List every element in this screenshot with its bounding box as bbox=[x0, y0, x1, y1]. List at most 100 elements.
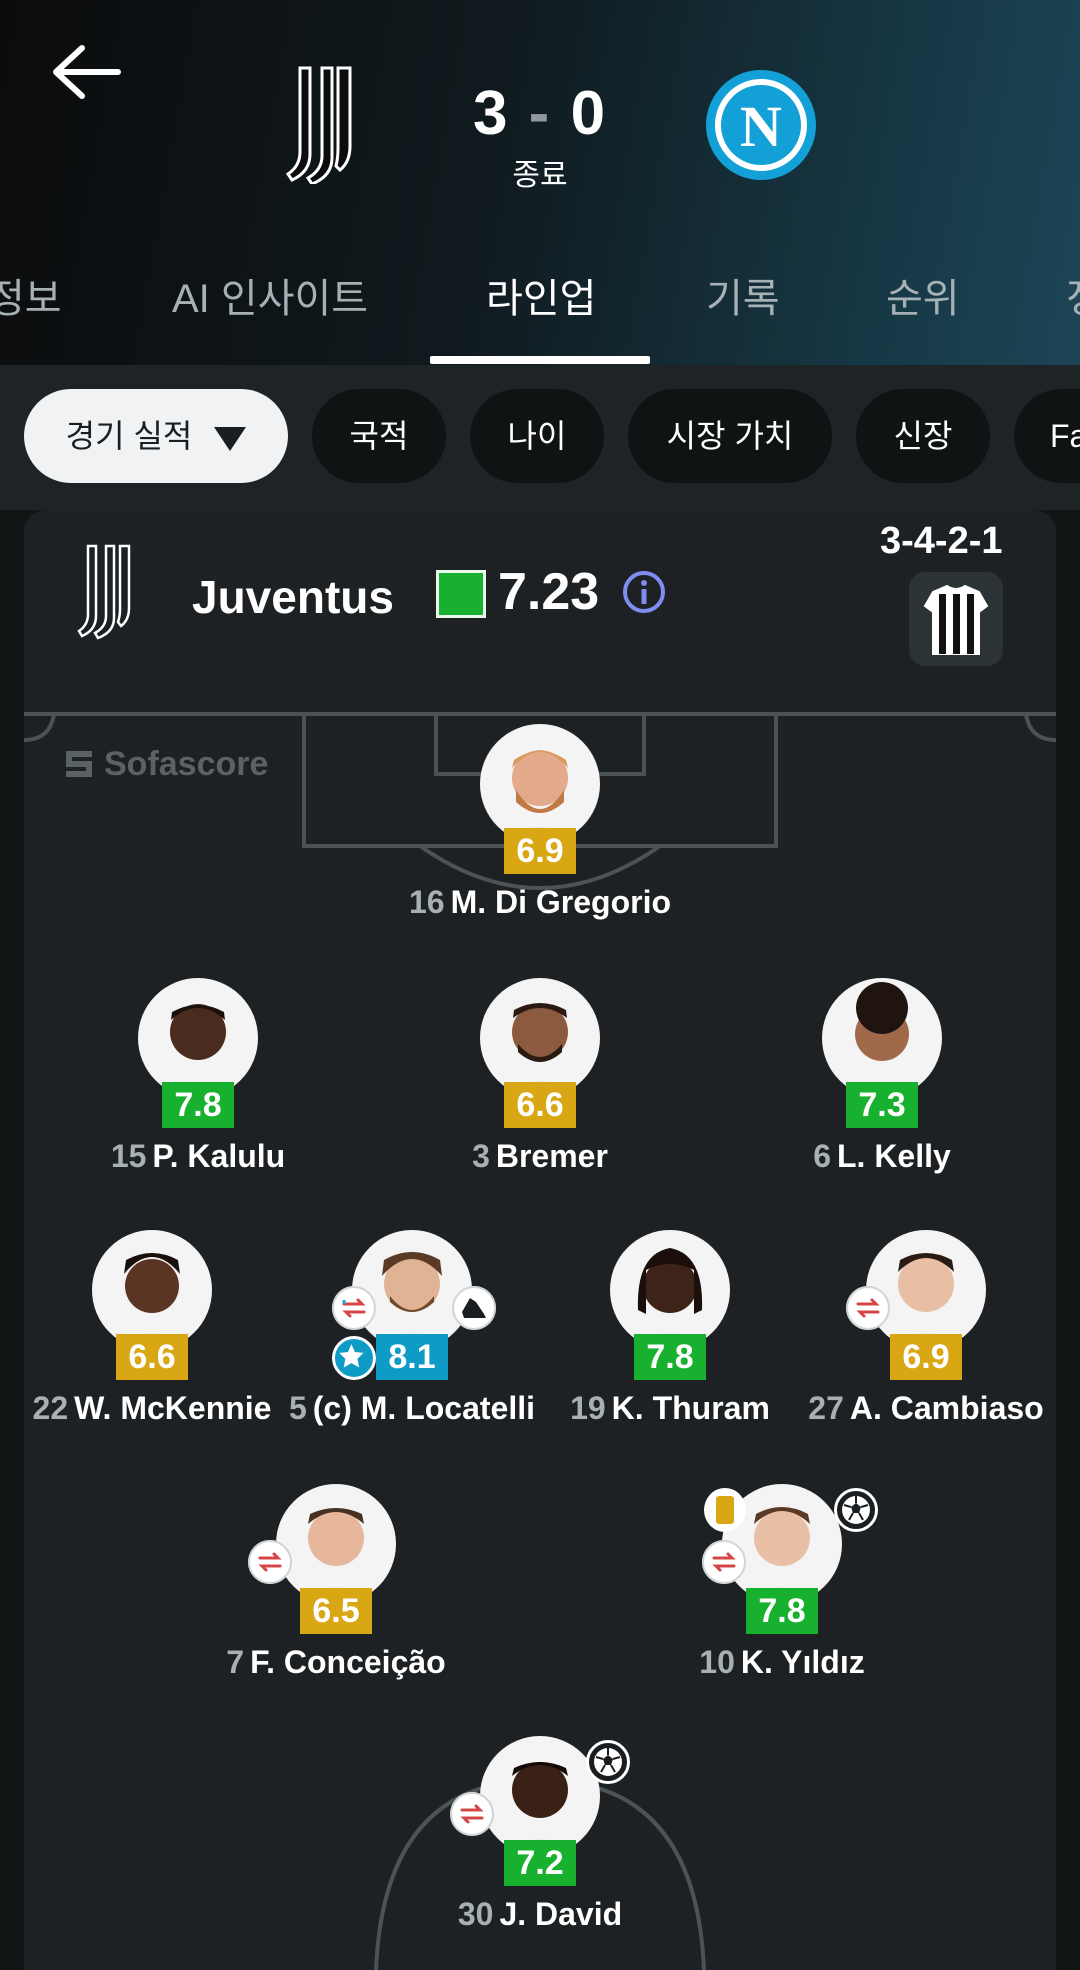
lineup-card: Juventus 7.23 3-4-2-1 Sofascore 6.9 16 M… bbox=[24, 510, 1056, 1970]
substitution-icon bbox=[450, 1792, 494, 1836]
player-rating: 7.8 bbox=[634, 1334, 706, 1380]
football-boot-icon bbox=[452, 1286, 496, 1330]
player-number: 16 bbox=[408, 884, 445, 920]
goal-ball-icon bbox=[586, 1740, 630, 1784]
player-card[interactable]: 7.3 6 L. Kelly bbox=[732, 978, 1032, 1178]
player-name-line: 6 L. Kelly bbox=[692, 1138, 1056, 1175]
player-name: J. David bbox=[499, 1896, 623, 1932]
team-rating: 7.23 bbox=[498, 563, 600, 621]
juventus-logo-icon[interactable] bbox=[278, 66, 360, 184]
player-rating: 7.8 bbox=[162, 1082, 234, 1128]
substitution-icon bbox=[702, 1540, 746, 1584]
player-card[interactable]: 6.9 16 M. Di Gregorio bbox=[390, 724, 690, 924]
player-name: Bremer bbox=[495, 1138, 608, 1174]
player-name-line: 10 K. Yıldız bbox=[592, 1644, 972, 1681]
chip-more[interactable]: Fa bbox=[1014, 389, 1080, 483]
chip-nationality[interactable]: 국적 bbox=[312, 389, 446, 483]
chip-performance-label: 경기 실적 bbox=[65, 418, 193, 454]
player-number: 19 bbox=[570, 1390, 606, 1426]
sofascore-watermark: Sofascore bbox=[62, 744, 268, 784]
player-card[interactable]: 6.5 7 F. Conceição bbox=[186, 1484, 486, 1684]
chip-market-value[interactable]: 시장 가치 bbox=[628, 389, 832, 483]
yellow-card-icon bbox=[704, 1488, 746, 1532]
player-card[interactable]: 6.6 3 Bremer bbox=[390, 978, 690, 1178]
substitution-icon bbox=[332, 1286, 376, 1330]
player-card[interactable]: 7.2 30 J. David bbox=[390, 1736, 690, 1936]
tab-more[interactable]: 정 bbox=[1066, 266, 1080, 324]
dropdown-caret-icon bbox=[214, 426, 247, 451]
player-number: 7 bbox=[226, 1644, 245, 1680]
player-number: 3 bbox=[472, 1138, 490, 1174]
star-player-icon bbox=[332, 1336, 376, 1380]
chip-height[interactable]: 신장 bbox=[856, 389, 990, 483]
svg-text:N: N bbox=[740, 94, 782, 159]
player-avatar bbox=[480, 1736, 600, 1856]
team-name: Juventus bbox=[192, 571, 394, 623]
chip-age[interactable]: 나이 bbox=[470, 389, 604, 483]
goal-ball-icon bbox=[834, 1488, 878, 1532]
player-number: 27 bbox=[808, 1390, 844, 1426]
player-card[interactable]: 6.9 27 A. Cambiaso bbox=[776, 1230, 1056, 1430]
match-score: 3 - 0 bbox=[440, 78, 640, 149]
player-rating: 6.5 bbox=[300, 1588, 372, 1634]
chip-performance[interactable]: 경기 실적 bbox=[24, 389, 288, 483]
score-separator: - bbox=[528, 79, 552, 148]
player-number: 6 bbox=[813, 1138, 831, 1174]
formation-label: 3-4-2-1 bbox=[880, 520, 1003, 562]
player-number: 5 bbox=[288, 1390, 307, 1426]
player-name: P. Kalulu bbox=[152, 1138, 286, 1174]
player-number: 22 bbox=[32, 1390, 69, 1426]
home-score: 3 bbox=[472, 79, 510, 148]
filter-chip-bar: 경기 실적 국적 나이 시장 가치 신장 Fa bbox=[0, 365, 1080, 510]
player-avatar bbox=[138, 978, 258, 1098]
player-avatar bbox=[610, 1230, 730, 1350]
tab-stats[interactable]: 기록 bbox=[706, 266, 780, 324]
player-card[interactable]: 7.8 15 P. Kalulu bbox=[48, 978, 348, 1178]
kit-button[interactable] bbox=[909, 572, 1003, 666]
player-avatar bbox=[480, 724, 600, 844]
tab-standings[interactable]: 순위 bbox=[886, 266, 960, 324]
substitution-icon bbox=[248, 1540, 292, 1584]
tab-bar: 정보 AI 인사이트 라인업 기록 순위 정 bbox=[0, 262, 1080, 364]
player-name-line: 30 J. David bbox=[350, 1896, 730, 1933]
jersey-icon bbox=[923, 584, 989, 655]
napoli-logo-icon[interactable]: N bbox=[704, 68, 818, 182]
player-card[interactable]: 7.8 10 K. Yıldız bbox=[632, 1484, 932, 1684]
player-avatar bbox=[276, 1484, 396, 1604]
away-score: 0 bbox=[570, 79, 608, 148]
pitch: Sofascore 6.9 16 M. Di Gregorio 7.8 15 P. … bbox=[24, 700, 1056, 1970]
player-name-line: 3 Bremer bbox=[350, 1138, 730, 1175]
player-avatar bbox=[822, 978, 942, 1098]
player-name-line: 27 A. Cambiaso bbox=[736, 1390, 1056, 1427]
juventus-logo-icon bbox=[77, 544, 131, 640]
team-rating-square bbox=[436, 570, 486, 618]
back-arrow-icon[interactable] bbox=[48, 42, 122, 102]
player-rating: 6.6 bbox=[504, 1082, 576, 1128]
player-name-line: 16 M. Di Gregorio bbox=[350, 884, 730, 921]
player-rating: 7.8 bbox=[746, 1588, 818, 1634]
player-rating: 7.3 bbox=[846, 1082, 918, 1128]
player-number: 10 bbox=[699, 1644, 735, 1680]
tab-lineup[interactable]: 라인업 bbox=[486, 266, 596, 324]
tab-active-indicator bbox=[430, 356, 650, 364]
player-rating: 8.1 bbox=[376, 1334, 448, 1380]
player-rating: 6.6 bbox=[116, 1334, 188, 1380]
player-name-line: 15 P. Kalulu bbox=[24, 1138, 388, 1175]
player-name: A. Cambiaso bbox=[849, 1390, 1044, 1426]
player-avatar bbox=[480, 978, 600, 1098]
info-icon[interactable] bbox=[622, 570, 666, 614]
player-name: F. Conceição bbox=[250, 1644, 446, 1680]
player-rating: 6.9 bbox=[504, 828, 576, 874]
substitution-icon bbox=[846, 1286, 890, 1330]
sofascore-logo-icon bbox=[66, 751, 92, 777]
tab-info[interactable]: 정보 bbox=[0, 266, 62, 324]
sofascore-watermark-text: Sofascore bbox=[104, 744, 269, 783]
match-status: 종료 bbox=[512, 159, 568, 192]
player-avatar bbox=[92, 1230, 212, 1350]
player-rating: 6.9 bbox=[890, 1334, 962, 1380]
tab-ai-insights[interactable]: AI 인사이트 bbox=[172, 266, 368, 324]
player-rating: 7.2 bbox=[504, 1840, 576, 1886]
match-header: 3 - 0 종료 N 정보 AI 인사이트 라인업 기록 순위 정 bbox=[0, 0, 1080, 365]
player-name: L. Kelly bbox=[836, 1138, 951, 1174]
player-name: M. Di Gregorio bbox=[450, 884, 672, 920]
